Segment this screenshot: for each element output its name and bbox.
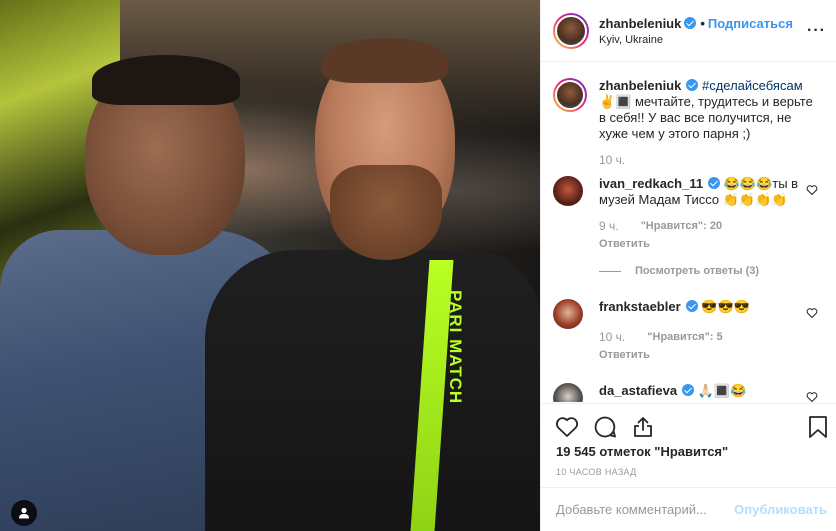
tagged-users-icon[interactable] [11,500,37,526]
comment-username[interactable]: da_astafieva [599,383,677,398]
view-replies-label: Посмотреть ответы (3) [635,265,760,277]
comment-likes[interactable]: "Нравится": 20 [641,218,722,234]
comment-item: da_astafieva 🙏🏻🔳😂 [553,383,824,402]
post-photo[interactable]: PARI MATCH [0,0,540,531]
like-comment-heart-icon[interactable] [806,307,818,319]
comment-input[interactable] [556,502,735,517]
like-comment-heart-icon[interactable] [806,391,818,402]
add-comment-bar: Опубликовать [541,487,836,531]
verified-badge-icon [685,300,698,312]
photo-person-right-beard [330,165,442,260]
commenter-avatar[interactable] [553,299,583,329]
reply-button[interactable]: Ответить [599,347,809,363]
user-icon [19,507,29,519]
post-actions: 19 545 отметок "Нравится" 10 часов назад… [541,403,836,531]
comment-bubble-icon[interactable] [593,415,617,439]
caption-author-avatar[interactable] [553,78,587,112]
more-options-button[interactable]: ··· [807,22,826,40]
author-avatar[interactable] [553,12,589,49]
publish-button[interactable]: Опубликовать [734,502,827,517]
post-header: zhanbeleniuk • Подписаться Kyiv, Ukraine ·… [541,0,836,62]
action-icons-row [541,404,836,450]
photo-shirt-brand-text: PARI MATCH [446,290,465,405]
separator-dot: • [700,15,705,31]
caption-hashtag[interactable]: #сделайсебясам [702,78,803,93]
post-caption: zhanbeleniuk #сделайсебясам ✌️🔳 мечтайте… [553,78,824,168]
commenter-avatar[interactable] [553,176,583,206]
save-bookmark-icon[interactable] [807,415,829,439]
caption-username[interactable]: zhanbeleniuk [599,78,681,93]
comment-username[interactable]: ivan_redkach_11 [599,176,703,191]
photo-person-right-hair [322,38,448,83]
follow-button[interactable]: Подписаться [708,16,793,31]
photo-person-right-shirt [205,250,540,531]
share-icon[interactable] [631,415,655,439]
comments-list[interactable]: zhanbeleniuk #сделайсебясам ✌️🔳 мечтайте… [541,62,836,402]
comment-item: ivan_redkach_11 😂😂😂ты в музей Мадам Тисс… [553,176,824,279]
post-timestamp[interactable]: 10 часов назад [541,467,836,477]
like-heart-icon[interactable] [555,415,579,439]
like-comment-heart-icon[interactable] [806,184,818,196]
commenter-avatar[interactable] [553,383,583,402]
verified-badge-icon [684,16,697,29]
comment-text: 😎😎😎 [697,299,750,314]
caption-text: ✌️🔳 мечтайте, трудитесь и верьте в себя!… [599,94,813,141]
reply-button[interactable]: Ответить [599,236,809,252]
verified-badge-icon [708,177,721,189]
view-replies-button[interactable]: Посмотреть ответы (3) [599,263,809,279]
verified-badge-icon [682,384,695,396]
author-username[interactable]: zhanbeleniuk [599,16,681,31]
caption-time[interactable]: 10 ч. [599,152,625,168]
post-location[interactable]: Kyiv, Ukraine [599,34,793,46]
verified-badge-icon [686,79,699,91]
comment-username[interactable]: frankstaebler [599,299,681,314]
post-side-panel: zhanbeleniuk • Подписаться Kyiv, Ukraine ·… [540,0,836,531]
comment-likes[interactable]: "Нравится": 5 [647,329,722,345]
comment-text: 🙏🏻🔳😂 [694,383,747,398]
comment-item: frankstaebler 😎😎😎 10 ч. "Нравится": 5 От… [553,299,824,363]
replies-divider [599,270,621,272]
comment-time[interactable]: 10 ч. [599,329,625,345]
comment-time[interactable]: 9 ч. [599,218,619,234]
photo-person-left-hair [92,55,240,105]
